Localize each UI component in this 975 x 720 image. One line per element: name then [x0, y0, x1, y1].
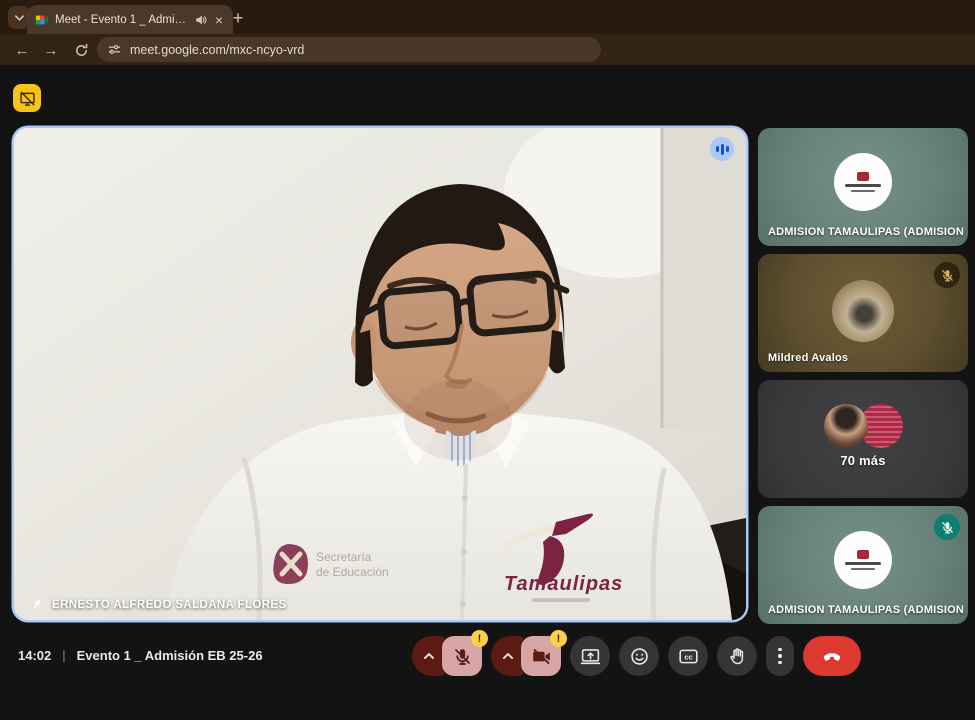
tab-title: Meet - Evento 1 _ Admisión [55, 14, 189, 26]
presentation-off-button[interactable] [13, 84, 41, 112]
chest-logo-text-1: Secretaría [316, 550, 372, 564]
participant-tile-mildred[interactable]: Mildred Avalos [758, 254, 968, 372]
mic-off-icon [940, 520, 955, 535]
participant-label: Mildred Avalos [768, 352, 848, 364]
participant-label: ADMISION TAMAULIPAS (ADMISION 1) [768, 226, 968, 238]
camera-options-button[interactable] [491, 636, 524, 676]
camera-button[interactable]: ! [521, 636, 561, 676]
tab-close-icon[interactable]: × [213, 13, 225, 27]
participant-label: ADMISION TAMAULIPAS (ADMISION 1) [768, 604, 968, 616]
more-dots-icon [778, 648, 782, 652]
present-button[interactable] [570, 636, 610, 676]
mic-options-button[interactable] [412, 636, 445, 676]
overflow-count-label: 70 más [758, 453, 968, 468]
avatar [834, 153, 892, 211]
present-screen-icon [580, 646, 601, 667]
browser-window: Meet - Evento 1 _ Admisión × + ← → meet.… [0, 0, 975, 720]
participant-name-label: ERNESTO ALFREDO SALDANA FLORES [30, 598, 287, 611]
divider: | [62, 648, 65, 663]
participant-tile-admision-2[interactable]: ADMISION TAMAULIPAS (ADMISION 1) [758, 506, 968, 624]
chest-logo-text-2: de Educación [316, 565, 389, 579]
chevron-down-icon [14, 14, 25, 22]
camera-off-icon [531, 646, 552, 667]
audio-activity-indicator [710, 137, 734, 161]
chevron-up-icon [423, 652, 435, 660]
mic-off-icon [940, 268, 955, 283]
chevron-up-icon [502, 652, 514, 660]
reload-button[interactable] [69, 38, 93, 62]
meeting-info: 14:02 | Evento 1 _ Admisión EB 25-26 [18, 648, 263, 663]
address-bar[interactable]: meet.google.com/mxc-ncyo-vrd [97, 37, 601, 62]
raise-hand-button[interactable] [717, 636, 757, 676]
avatar [832, 280, 894, 342]
back-button[interactable]: ← [10, 38, 34, 62]
url-text: meet.google.com/mxc-ncyo-vrd [130, 43, 304, 57]
site-settings-icon[interactable] [108, 43, 121, 56]
mic-muted-badge [934, 514, 960, 540]
meeting-title: Evento 1 _ Admisión EB 25-26 [77, 648, 263, 663]
camera-control: ! [491, 636, 561, 676]
participant-video: Secretaría de Educación Tamaulipas [14, 128, 746, 620]
svg-text:cc: cc [684, 652, 692, 661]
emoji-reaction-button[interactable] [619, 636, 659, 676]
shirt-logo-text: Tamaulipas [504, 573, 623, 595]
avatar-group [758, 404, 968, 448]
participant-tile-admision-1[interactable]: ADMISION TAMAULIPAS (ADMISION 1) [758, 128, 968, 246]
presentation-off-icon [19, 90, 36, 107]
avatar [834, 531, 892, 589]
pin-icon [30, 598, 43, 611]
end-call-button[interactable] [803, 636, 861, 676]
end-call-icon [821, 645, 843, 667]
mic-warning-badge: ! [471, 630, 488, 647]
camera-warning-badge: ! [550, 630, 567, 647]
captions-icon: cc [678, 646, 699, 667]
tab-audio-icon[interactable] [195, 14, 207, 26]
mic-button[interactable]: ! [442, 636, 482, 676]
mic-control: ! [412, 636, 482, 676]
forward-button[interactable]: → [39, 38, 63, 62]
reload-icon [74, 43, 89, 58]
participant-tile-overflow[interactable]: 70 más [758, 380, 968, 498]
call-controls: ! ! cc [412, 636, 861, 676]
clock: 14:02 [18, 648, 51, 663]
mic-off-icon [452, 646, 473, 667]
browser-toolbar: ← → meet.google.com/mxc-ncyo-vrd [0, 34, 975, 66]
meet-favicon-icon [35, 13, 49, 27]
raise-hand-icon [727, 646, 748, 667]
avatar [824, 404, 868, 448]
participant-name-text: ERNESTO ALFREDO SALDANA FLORES [52, 599, 287, 611]
emoji-icon [629, 646, 650, 667]
captions-button[interactable]: cc [668, 636, 708, 676]
new-tab-button[interactable]: + [226, 6, 250, 30]
main-video-tile[interactable]: Secretaría de Educación Tamaulipas ERNES… [14, 128, 746, 620]
mic-muted-badge [934, 262, 960, 288]
tab-strip: Meet - Evento 1 _ Admisión × + [0, 0, 975, 34]
browser-tab[interactable]: Meet - Evento 1 _ Admisión × [27, 5, 233, 34]
more-options-button[interactable] [766, 636, 794, 676]
